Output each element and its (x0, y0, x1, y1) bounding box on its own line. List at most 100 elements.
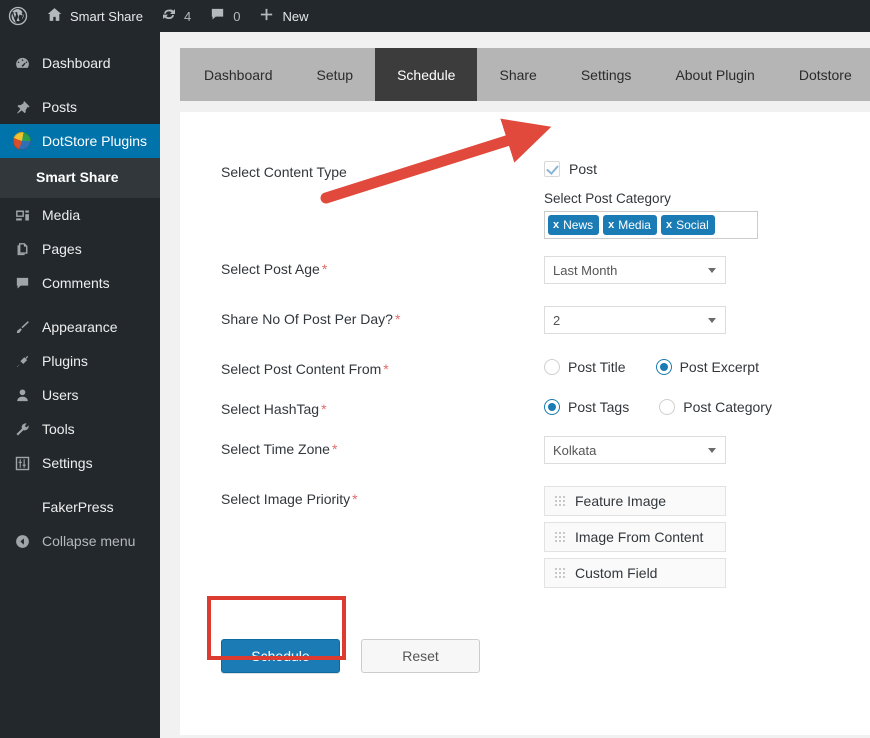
remove-tag-icon[interactable]: x (553, 219, 559, 231)
comments-button[interactable]: 0 (200, 0, 249, 32)
sidebar-item-posts[interactable]: Posts (0, 90, 160, 124)
schedule-button[interactable]: Schedule (221, 639, 340, 673)
tab-dashboard[interactable]: Dashboard (180, 48, 295, 101)
new-content-label: New (282, 8, 309, 24)
sidebar-item-smart-share[interactable]: Smart Share (0, 164, 160, 190)
plus-icon (258, 6, 275, 26)
new-content-button[interactable]: New (249, 0, 317, 32)
settings-sliders-icon (12, 453, 32, 473)
remove-tag-icon[interactable]: x (666, 219, 672, 231)
sidebar-item-plugins[interactable]: Plugins (0, 344, 160, 378)
post-age-select[interactable]: Last Month (544, 256, 726, 284)
post-age-value: Last Month (553, 262, 618, 278)
tab-dotstore[interactable]: Dotstore (777, 48, 870, 101)
reset-button[interactable]: Reset (361, 639, 480, 673)
site-name-label: Smart Share (70, 8, 143, 24)
tab-setup[interactable]: Setup (295, 48, 376, 101)
wordpress-logo-icon (8, 6, 28, 26)
time-zone-value: Kolkata (553, 442, 597, 458)
dotstore-icon (12, 131, 32, 151)
sidebar-item-label: Appearance (42, 319, 118, 335)
user-icon (12, 385, 32, 405)
posts-per-day-select[interactable]: 2 (544, 306, 726, 334)
priority-item-custom-field[interactable]: Custom Field (544, 558, 726, 588)
site-name-menu[interactable]: Smart Share (37, 0, 152, 32)
sidebar-item-users[interactable]: Users (0, 378, 160, 412)
dashboard-icon (12, 53, 32, 73)
comment-bubble-icon (209, 6, 226, 26)
drag-handle-icon[interactable] (555, 496, 565, 506)
tab-about-plugin[interactable]: About Plugin (653, 48, 776, 101)
time-zone-select[interactable]: Kolkata (544, 436, 726, 464)
sidebar-item-settings[interactable]: Settings (0, 446, 160, 480)
category-tag-label: News (563, 218, 594, 232)
sidebar-item-tools[interactable]: Tools (0, 412, 160, 446)
sidebar-item-fakerpress[interactable]: FakerPress (0, 490, 160, 524)
post-category-tag-input[interactable]: x News x Media x Social (544, 211, 758, 239)
remove-tag-icon[interactable]: x (608, 219, 614, 231)
post-category-label: Select Post Category (544, 191, 671, 206)
sidebar-item-label: Dashboard (42, 55, 111, 71)
drag-handle-icon[interactable] (555, 532, 565, 542)
sidebar-item-media[interactable]: Media (0, 198, 160, 232)
sidebar-separator (0, 480, 160, 490)
collapse-menu-button[interactable]: Collapse menu (0, 524, 160, 558)
sidebar-item-dotstore-plugins[interactable]: DotStore Plugins (0, 124, 168, 158)
post-age-label: Select Post Age * (221, 261, 328, 277)
radio-label: Post Category (683, 399, 772, 415)
home-icon (46, 6, 63, 26)
paintbrush-icon (12, 317, 32, 337)
radio-post-excerpt[interactable]: Post Excerpt (655, 359, 759, 375)
post-checkbox-row[interactable]: Post (544, 161, 758, 177)
sidebar-item-comments[interactable]: Comments (0, 266, 160, 300)
hashtag-label: Select HashTag * (221, 401, 327, 417)
plug-icon (12, 351, 32, 371)
sidebar-item-label: DotStore Plugins (42, 133, 148, 149)
collapse-menu-label: Collapse menu (42, 533, 136, 549)
radio-post-tags[interactable]: Post Tags (544, 399, 629, 415)
sidebar-item-label: Comments (42, 275, 110, 291)
required-marker: * (331, 441, 338, 457)
required-marker: * (321, 401, 327, 417)
required-marker: * (321, 261, 328, 277)
category-tag[interactable]: x News (548, 215, 600, 235)
radio-button[interactable] (659, 399, 676, 415)
time-zone-label: Select Time Zone * (221, 441, 338, 457)
drag-handle-icon[interactable] (555, 568, 565, 578)
plugin-tab-bar: Dashboard Setup Schedule Share Settings … (180, 48, 870, 101)
radio-button[interactable] (544, 359, 560, 375)
priority-item-label: Custom Field (575, 565, 658, 581)
tab-schedule[interactable]: Schedule (375, 48, 478, 101)
sidebar-item-label: Users (42, 387, 79, 403)
chevron-down-icon (708, 448, 716, 453)
tab-share[interactable]: Share (477, 48, 558, 101)
sidebar-item-label: Pages (42, 241, 82, 257)
wordpress-logo-button[interactable] (0, 0, 37, 32)
image-priority-label: Select Image Priority * (221, 491, 358, 507)
priority-item-feature-image[interactable]: Feature Image (544, 486, 726, 516)
sidebar-item-label: Media (42, 207, 81, 223)
sidebar-item-pages[interactable]: Pages (0, 232, 160, 266)
sidebar-submenu: Smart Share (0, 158, 160, 198)
category-tag[interactable]: x Media (603, 215, 657, 235)
posts-per-day-control: 2 (544, 306, 726, 334)
chevron-down-icon (708, 268, 716, 273)
category-tag[interactable]: x Social (660, 215, 715, 235)
updates-button[interactable]: 4 (152, 0, 200, 32)
priority-item-image-from-content[interactable]: Image From Content (544, 522, 726, 552)
hashtag-control: Post Tags Post Category (544, 399, 772, 415)
radio-post-category[interactable]: Post Category (659, 399, 772, 415)
post-checkbox[interactable] (544, 161, 560, 177)
chevron-down-icon (708, 318, 716, 323)
required-marker: * (383, 361, 389, 377)
sidebar-item-label: FakerPress (42, 499, 114, 515)
sidebar-item-appearance[interactable]: Appearance (0, 310, 160, 344)
content-type-label: Select Content Type (221, 164, 347, 180)
schedule-form-panel: Select Content Type Post Select Post Cat… (180, 112, 870, 735)
radio-button-selected[interactable] (655, 359, 672, 375)
radio-post-title[interactable]: Post Title (544, 359, 626, 375)
radio-button-selected[interactable] (544, 399, 560, 415)
sidebar-item-dashboard[interactable]: Dashboard (0, 46, 160, 80)
tab-settings[interactable]: Settings (559, 48, 654, 101)
priority-item-label: Image From Content (575, 529, 704, 545)
